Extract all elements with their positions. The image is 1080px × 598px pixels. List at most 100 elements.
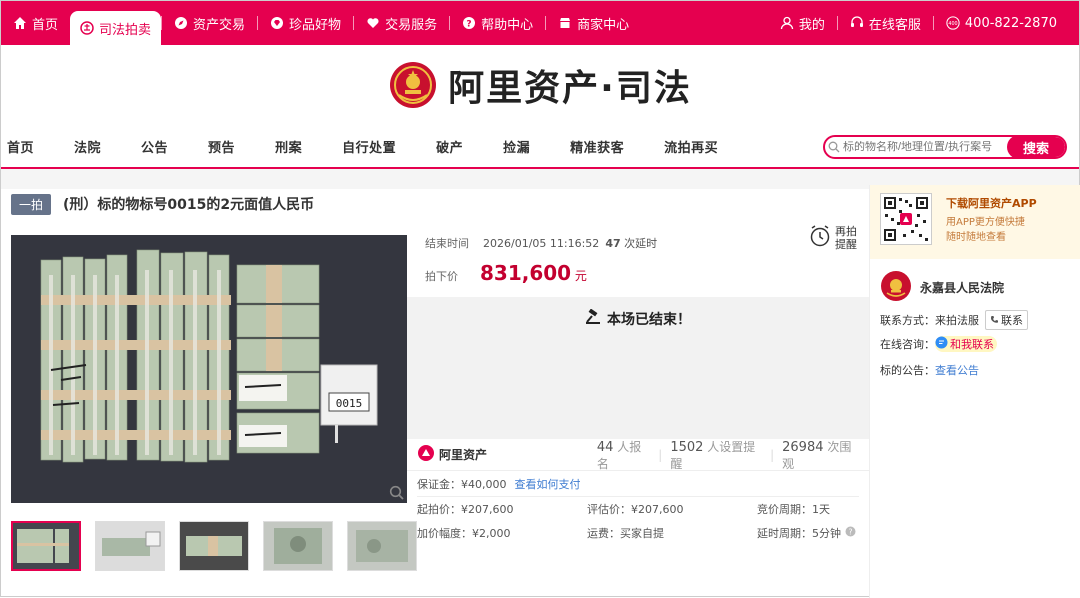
nav-trade-service[interactable]: 交易服务 (354, 1, 449, 45)
consult-button[interactable]: 和我联系 (935, 336, 997, 352)
nav-mine-label: 我的 (798, 17, 825, 33)
nav-treasures-label: 珍品好物 (289, 17, 342, 33)
search-button[interactable]: 搜索 (1007, 137, 1065, 157)
price-unit: 元 (574, 269, 587, 283)
menu-bargain[interactable]: 捡漏 (503, 137, 530, 156)
right-sidebar: 下载阿里资产APP 用APP更方便快捷 随时随地查看 永嘉县人民法院 联系方式：… (869, 185, 1080, 598)
sold-price-label: 拍下价 (425, 270, 458, 283)
thumbnail[interactable] (95, 521, 165, 571)
court-info: 永嘉县人民法院 联系方式： 来拍法服 联系 在线咨询： 和我联系 标的公告： 查… (870, 259, 1080, 393)
nav-mine[interactable]: 我的 (768, 1, 837, 45)
chat-bubble-icon (935, 336, 948, 352)
increment: 加价幅度：¥2,000 (417, 527, 511, 540)
views-count: 26984 (782, 439, 824, 455)
home-icon (13, 16, 27, 30)
thumbnail[interactable] (11, 521, 81, 571)
nav-asset-label: 资产交易 (193, 17, 246, 33)
brand-title: 阿里资产·司法 (448, 68, 692, 109)
contact-label: 联系方式： (880, 314, 935, 327)
end-time-value: 2026/01/05 11:16:52 (483, 236, 600, 250)
nav-asset-trade[interactable]: 资产交易 (162, 1, 257, 45)
deposit: 保证金：¥40,000 (417, 477, 507, 491)
end-time-label: 结束时间 (425, 237, 469, 250)
nav-help-label: 帮助中心 (481, 17, 534, 33)
nav-online-service[interactable]: 在线客服 (838, 1, 933, 45)
nav-phone-number: 400-822-2870 (964, 15, 1057, 31)
menu-reauction[interactable]: 流拍再买 (664, 137, 718, 156)
auction-ended-panel: 本场已结束！ (407, 297, 869, 439)
nav-home-label: 首页 (32, 17, 59, 33)
menu-self-disposal[interactable]: 自行处置 (342, 137, 396, 156)
app-sub2: 随时随地查看 (946, 232, 1006, 243)
zoom-icon[interactable] (389, 485, 405, 501)
search-icon (825, 141, 843, 153)
main-photo[interactable]: 0015 (11, 235, 407, 503)
nav-judicial-label: 司法拍卖 (99, 22, 152, 38)
nav-service-label: 在线客服 (868, 17, 921, 33)
round-badge: 一拍 (11, 193, 52, 215)
menu-announcement[interactable]: 公告 (141, 137, 168, 156)
sold-price: 831,600 (480, 261, 572, 285)
qr-code (880, 193, 932, 245)
menu-criminal[interactable]: 刑案 (275, 137, 302, 156)
applicants-count: 44 (596, 439, 614, 455)
auction-ended-text: 本场已结束！ (607, 312, 691, 328)
heart-icon (366, 16, 380, 30)
court-name[interactable]: 永嘉县人民法院 (920, 279, 1004, 296)
nav-judicial-auction[interactable]: 司法拍卖 (70, 11, 162, 45)
menu-preview[interactable]: 预告 (208, 137, 235, 156)
court-emblem-icon (880, 270, 912, 305)
rebid-reminder-button[interactable]: 再拍提醒 (809, 223, 861, 252)
consult-button-label: 和我联系 (950, 338, 994, 351)
nav-home[interactable]: 首页 (1, 1, 70, 45)
item-title-row: 一拍 (刑）标的物标号0015的2元面值人民币 (1, 185, 869, 223)
svg-text:?: ? (849, 528, 853, 537)
delay-cycle: 延时周期：5分钟 (757, 527, 841, 540)
headset-icon (850, 16, 864, 30)
item-main: 一拍 (刑）标的物标号0015的2元面值人民币 0015 结束时间 2026/0… (1, 185, 869, 598)
brand-header: 阿里资产·司法 (1, 45, 1079, 125)
menu-bankruptcy[interactable]: 破产 (436, 137, 463, 156)
thumbnail[interactable] (263, 521, 333, 571)
menu-home[interactable]: 首页 (7, 137, 34, 156)
auction-details: 保证金：¥40,000 查看如何支付 起拍价：¥207,600 评估价：¥207… (407, 471, 869, 545)
auction-info: 结束时间 2026/01/05 11:16:52 47 次延时 拍下价 831,… (407, 223, 869, 545)
deposit-help-link[interactable]: 查看如何支付 (515, 476, 581, 492)
question-icon: ? (462, 16, 476, 30)
contact-value: 来拍法服 (935, 314, 979, 327)
thumbnail-strip (11, 521, 417, 571)
svg-text:?: ? (466, 20, 471, 30)
shop-icon (558, 16, 572, 30)
contact-button[interactable]: 联系 (985, 310, 1028, 330)
nav-help[interactable]: ? 帮助中心 (450, 1, 545, 45)
court-emblem-icon (80, 21, 94, 35)
notice-link[interactable]: 查看公告 (935, 362, 979, 378)
menu-precise-customers[interactable]: 精准获客 (570, 137, 624, 156)
eval-price: 评估价：¥207,600 (587, 503, 684, 516)
shipping: 运费：买家自提 (587, 527, 664, 540)
start-price: 起拍价：¥207,600 (417, 503, 514, 516)
search-input[interactable] (843, 141, 1007, 153)
ali-asset-brand-label: 阿里资产 (439, 448, 488, 462)
app-sub1: 用APP更方便快捷 (946, 217, 1025, 228)
help-icon[interactable]: ? (845, 526, 856, 540)
notice-label: 标的公告： (880, 364, 935, 377)
app-title: 下载阿里资产APP (946, 197, 1037, 210)
thumbnail[interactable] (179, 521, 249, 571)
bid-cycle: 竞价周期：1天 (757, 503, 830, 516)
nav-merchant-label: 商家中心 (577, 17, 630, 33)
diamond-icon (270, 16, 284, 30)
delay-suffix: 次延时 (624, 237, 658, 250)
ali-asset-brand: 阿里资产 (417, 444, 597, 465)
menu-court[interactable]: 法院 (74, 137, 101, 156)
item-title: (刑）标的物标号0015的2元面值人民币 (63, 197, 315, 213)
nav-merchant[interactable]: 商家中心 (546, 1, 641, 45)
search-box: 搜索 (823, 135, 1067, 159)
phone-400-icon: 400 (946, 16, 960, 30)
ali-asset-logo-icon (417, 444, 435, 465)
auction-timing: 结束时间 2026/01/05 11:16:52 47 次延时 拍下价 831,… (407, 223, 869, 297)
compass-icon (174, 16, 188, 30)
stats-row: 阿里资产 44 人报名 | 1502 人设置提醒 | 26984 次围观 (407, 439, 869, 471)
nav-treasures[interactable]: 珍品好物 (258, 1, 353, 45)
category-menu: 首页 法院 公告 预告 刑案 自行处置 破产 捡漏 精准获客 流拍再买 搜索 (1, 125, 1079, 169)
